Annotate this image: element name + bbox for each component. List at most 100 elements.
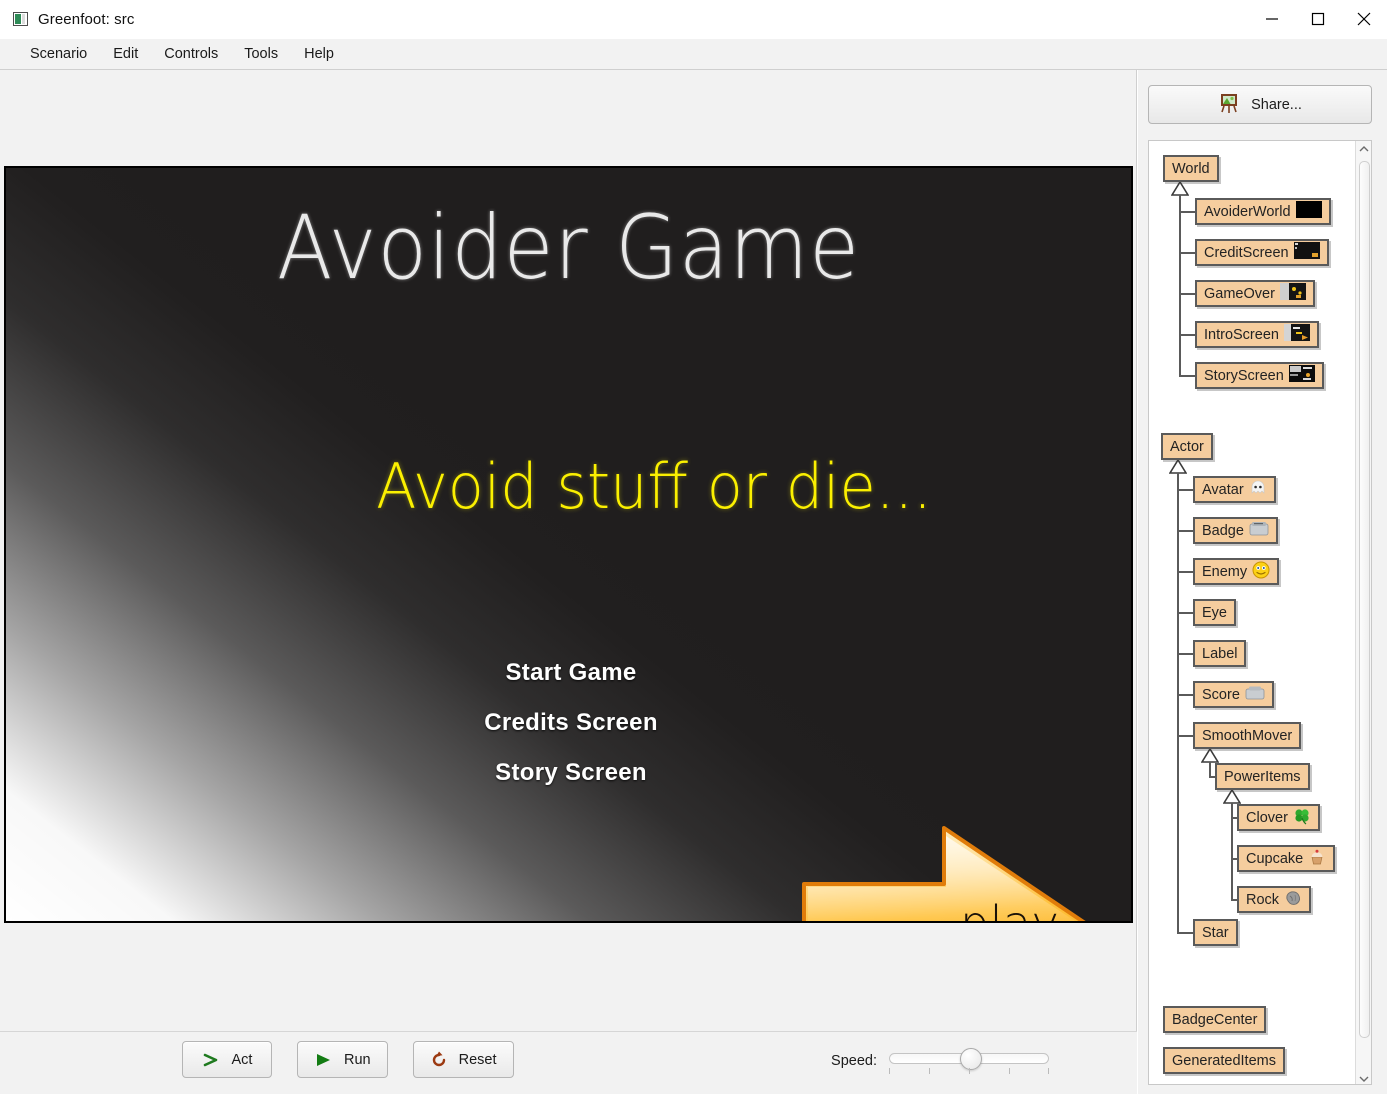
speed-control: Speed:: [831, 1047, 1049, 1075]
class-node-introscreen[interactable]: IntroScreen: [1195, 321, 1319, 348]
class-node-gameover[interactable]: GameOver: [1195, 280, 1315, 307]
class-node-creditscreen[interactable]: CreditScreen: [1195, 239, 1329, 266]
class-node-enemy[interactable]: Enemy: [1193, 558, 1280, 585]
act-button-label: Act: [231, 1051, 253, 1068]
class-node-label: Enemy: [1202, 563, 1248, 580]
class-node-label: GameOver: [1204, 285, 1275, 302]
class-node-label: AvoiderWorld: [1204, 203, 1291, 220]
easel-picture-icon: [1218, 92, 1240, 118]
inheritance-arrow-smoothmover: [1201, 749, 1219, 763]
class-node-score[interactable]: Score: [1193, 681, 1274, 708]
class-tree-panel[interactable]: World AvoiderWorld CreditScreen GameOver…: [1148, 140, 1372, 1085]
menu-option-credits-screen[interactable]: Credits Screen: [306, 698, 836, 748]
menu-controls[interactable]: Controls: [151, 43, 231, 65]
chevron-up-icon[interactable]: [1356, 141, 1371, 157]
execution-buttons: Act Run Reset: [182, 1041, 514, 1078]
run-button-label: Run: [344, 1051, 371, 1068]
class-node-badge[interactable]: Badge: [1193, 517, 1278, 544]
window-controls: [1249, 0, 1387, 39]
minimize-icon[interactable]: [1249, 0, 1295, 39]
class-node-label: Badge: [1202, 522, 1244, 539]
control-bar: Act Run Reset Speed:: [0, 1031, 1137, 1094]
class-node-label: StoryScreen: [1204, 367, 1284, 384]
class-node-rock[interactable]: Rock: [1237, 886, 1312, 913]
play-arrow-button[interactable]: play: [792, 816, 1097, 923]
chevron-right-icon: [202, 1052, 221, 1068]
menu-bar: Scenario Edit Controls Tools Help: [0, 39, 1387, 70]
tree-edge: [1179, 252, 1195, 254]
class-browser-pane: Share... World AvoiderWorld CreditScreen…: [1138, 70, 1387, 1094]
menu-help[interactable]: Help: [291, 43, 347, 65]
class-tree-scrollbar[interactable]: [1355, 141, 1371, 1084]
world-thumb-credit: [1293, 242, 1320, 263]
speed-slider-ticks: [889, 1068, 1049, 1075]
world-thumb-story: [1288, 365, 1315, 386]
chevron-down-icon[interactable]: [1356, 1070, 1371, 1084]
rock-icon: [1284, 889, 1302, 911]
share-button-label: Share...: [1251, 96, 1302, 113]
class-node-badgecenter[interactable]: BadgeCenter: [1163, 1006, 1267, 1033]
menu-scenario[interactable]: Scenario: [17, 43, 100, 65]
tree-edge: [1177, 932, 1193, 934]
tree-edge: [1177, 735, 1193, 737]
class-node-label: Actor: [1170, 438, 1204, 455]
class-node-poweritems[interactable]: PowerItems: [1215, 763, 1310, 790]
class-tree-canvas: World AvoiderWorld CreditScreen GameOver…: [1149, 141, 1357, 1084]
class-node-actor[interactable]: Actor: [1161, 433, 1213, 460]
tree-edge: [1177, 694, 1193, 696]
class-node-avoiderworld[interactable]: AvoiderWorld: [1195, 198, 1331, 225]
class-node-star[interactable]: Star: [1193, 919, 1238, 946]
class-node-clover[interactable]: Clover: [1237, 804, 1320, 831]
scrollbar-thumb[interactable]: [1359, 161, 1370, 1038]
speed-slider-thumb[interactable]: [960, 1048, 982, 1070]
class-node-generateditems[interactable]: GeneratedItems: [1163, 1047, 1285, 1074]
class-node-label: IntroScreen: [1204, 326, 1279, 343]
window-title: Greenfoot: src: [38, 10, 135, 28]
menu-option-start-game[interactable]: Start Game: [306, 648, 836, 698]
world-menu-options: Start Game Credits Screen Story Screen: [306, 648, 836, 798]
title-bar: Greenfoot: src: [0, 0, 1387, 39]
class-node-label: Cupcake: [1246, 850, 1304, 867]
scenario-pane: Avoider Game Avoid stuff or die... Start…: [0, 70, 1137, 1094]
play-label: play: [960, 896, 1060, 923]
world-thumb-gameover: [1279, 283, 1306, 304]
class-node-world[interactable]: World: [1163, 155, 1219, 182]
world-subtitle-text: Avoid stuff or die...: [376, 450, 932, 523]
class-node-label: Star: [1202, 924, 1229, 941]
class-node-storyscreen[interactable]: StoryScreen: [1195, 362, 1324, 389]
act-button[interactable]: Act: [182, 1041, 272, 1078]
class-node-eye[interactable]: Eye: [1193, 599, 1236, 626]
class-node-label: World: [1172, 160, 1210, 177]
tree-edge: [1179, 293, 1195, 295]
speed-slider[interactable]: [889, 1047, 1049, 1075]
class-node-avatar[interactable]: Avatar: [1193, 476, 1276, 503]
play-triangle-icon: [314, 1052, 333, 1068]
class-node-cupcake[interactable]: Cupcake: [1237, 845, 1336, 872]
menu-tools[interactable]: Tools: [231, 43, 291, 65]
tree-edge: [1179, 195, 1181, 377]
class-node-smoothmover[interactable]: SmoothMover: [1193, 722, 1302, 749]
inheritance-arrow-poweritems: [1223, 790, 1241, 804]
reset-button-label: Reset: [458, 1051, 497, 1068]
tree-edge: [1177, 473, 1179, 933]
tree-edge: [1177, 612, 1193, 614]
share-button[interactable]: Share...: [1148, 85, 1372, 124]
class-node-label[interactable]: Label: [1193, 640, 1247, 667]
smiley-icon: [1252, 561, 1270, 583]
cupcake-icon: [1308, 848, 1326, 870]
class-node-label: GeneratedItems: [1172, 1052, 1276, 1069]
class-node-label: CreditScreen: [1204, 244, 1289, 261]
class-node-label: BadgeCenter: [1172, 1011, 1258, 1028]
tree-edge: [1177, 530, 1193, 532]
world-canvas[interactable]: Avoider Game Avoid stuff or die... Start…: [4, 166, 1133, 923]
run-button[interactable]: Run: [297, 1041, 388, 1078]
close-icon[interactable]: [1341, 0, 1387, 39]
world-thumb-intro: [1283, 324, 1310, 345]
maximize-icon[interactable]: [1295, 0, 1341, 39]
tree-edge: [1179, 334, 1195, 336]
score-icon: [1245, 685, 1265, 704]
menu-option-story-screen[interactable]: Story Screen: [306, 748, 836, 798]
reset-button[interactable]: Reset: [412, 1041, 514, 1078]
greenfoot-icon: [13, 12, 28, 26]
menu-edit[interactable]: Edit: [100, 43, 151, 65]
